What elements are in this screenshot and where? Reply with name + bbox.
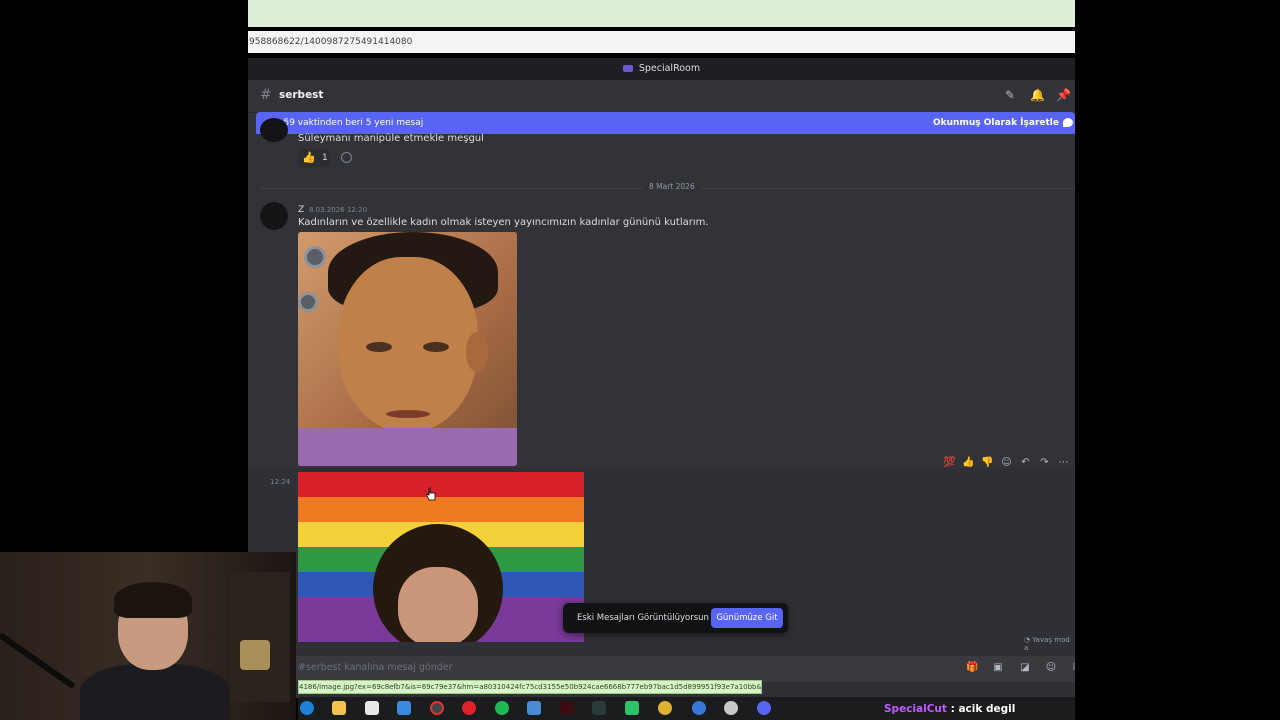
channel-header: # serbest ✎ 🔔 📌 bbox=[248, 80, 1075, 113]
server-title-strip: SpecialRoom bbox=[248, 58, 1075, 80]
app-icon[interactable] bbox=[527, 701, 541, 715]
thumbs-up-icon[interactable]: 👍 bbox=[959, 457, 978, 468]
gif-icon[interactable]: ▣ bbox=[992, 662, 1004, 674]
vpn-icon[interactable] bbox=[625, 701, 639, 715]
game-icon[interactable] bbox=[560, 701, 574, 715]
message-composer[interactable]: #serbest kanalına mesaj gönder 🎁 ▣ ◪ ☺ ⁞ bbox=[248, 656, 1075, 682]
discord-icon[interactable] bbox=[757, 701, 771, 715]
date-divider-label: 8 Mart 2026 bbox=[643, 182, 701, 191]
avatar[interactable] bbox=[260, 118, 288, 142]
terminal-icon[interactable] bbox=[592, 701, 606, 715]
store-icon[interactable] bbox=[365, 701, 379, 715]
image-attachment[interactable] bbox=[298, 232, 517, 466]
author-name[interactable]: Z bbox=[298, 205, 304, 215]
jump-to-present-button[interactable]: Günümüze Git bbox=[711, 608, 783, 628]
chat-separator: : bbox=[946, 703, 959, 715]
threads-icon[interactable]: ✎ bbox=[1003, 88, 1017, 102]
message-timestamp: 12:24 bbox=[270, 478, 291, 486]
mark-read-icon bbox=[1063, 118, 1073, 127]
reply-icon[interactable]: ↶ bbox=[1016, 457, 1035, 468]
jump-to-present-toast: Eski Mesajları Görüntülüyorsun Günümüze … bbox=[563, 603, 788, 633]
pin-icon[interactable]: 📌 bbox=[1056, 88, 1071, 102]
link-status-tooltip: 4186/image.jpg?ex=69c8efb7&is=69c79e37&h… bbox=[298, 680, 762, 694]
server-name: SpecialRoom bbox=[638, 63, 701, 74]
avatar[interactable] bbox=[260, 202, 288, 230]
sticker-icon[interactable]: ◪ bbox=[1019, 662, 1031, 674]
chrome-icon[interactable] bbox=[658, 701, 672, 715]
message-actions-toolbar: 💯 👍 👎 ☺ ↶ ↷ ⋯ bbox=[940, 457, 1075, 473]
toast-text: Eski Mesajları Görüntülüyorsun bbox=[577, 613, 709, 623]
files-icon[interactable] bbox=[332, 701, 346, 715]
channel-name: serbest bbox=[279, 89, 324, 101]
clock-icon[interactable] bbox=[430, 701, 444, 715]
image-attachment[interactable] bbox=[298, 472, 584, 642]
discord-window: SpecialRoom # serbest ✎ 🔔 📌 20:59 vaktin… bbox=[248, 58, 1075, 698]
slowmode-indicator: ◔ Yavaş mod a bbox=[1024, 636, 1075, 652]
webcam-overlay bbox=[0, 552, 296, 720]
new-messages-text: 20:59 vaktinden beri 5 yeni mesaj bbox=[269, 118, 424, 128]
message-text: Kadınların ve özellikle kadın olmak iste… bbox=[298, 217, 709, 228]
apps-icon[interactable]: ⁞ bbox=[1068, 662, 1075, 674]
opera-icon[interactable] bbox=[462, 701, 476, 715]
chat-username: SpecialCut bbox=[884, 703, 947, 715]
mark-as-read-button[interactable]: Okunmuş Olarak İşaretle bbox=[933, 112, 1059, 134]
gift-icon[interactable]: 🎁 bbox=[966, 662, 978, 674]
hand-cursor-icon bbox=[426, 487, 436, 501]
address-text: 958868622/1400987275491414080 bbox=[249, 37, 413, 47]
more-icon[interactable]: ⋯ bbox=[1054, 457, 1073, 468]
message-text: Süleymanı manipüle etmekle meşgul bbox=[298, 133, 484, 144]
add-reaction-icon[interactable] bbox=[341, 152, 352, 163]
message-timestamp: 8.03.2026 12:20 bbox=[309, 206, 368, 214]
spotify-icon[interactable] bbox=[495, 701, 509, 715]
emoji-icon[interactable]: ☺ bbox=[1045, 662, 1057, 674]
hashtag-icon: # bbox=[260, 87, 272, 103]
chrome-icon-2[interactable] bbox=[692, 701, 706, 715]
reaction-pill[interactable]: 👍 1 bbox=[298, 149, 330, 167]
reaction-count: 1 bbox=[322, 153, 328, 163]
mail-icon[interactable] bbox=[397, 701, 411, 715]
composer-placeholder: #serbest kanalına mesaj gönder bbox=[298, 662, 453, 673]
browser-top-bar bbox=[248, 0, 1075, 27]
forward-icon[interactable]: ↷ bbox=[1035, 457, 1054, 468]
stream-chat-line: SpecialCut : acik degil bbox=[884, 703, 1015, 715]
add-reaction-icon[interactable]: ☺ bbox=[997, 457, 1016, 468]
emoji-100-icon[interactable]: 💯 bbox=[940, 457, 959, 468]
new-messages-bar[interactable]: 20:59 vaktinden beri 5 yeni mesaj Okunmu… bbox=[256, 112, 1075, 134]
bell-icon[interactable]: 🔔 bbox=[1030, 88, 1045, 102]
thumbs-up-icon: 👍 bbox=[302, 151, 316, 164]
thumbs-down-icon[interactable]: 👎 bbox=[978, 457, 997, 468]
address-bar[interactable]: 958868622/1400987275491414080 bbox=[248, 31, 1075, 53]
tool-icon[interactable] bbox=[724, 701, 738, 715]
edge-icon[interactable] bbox=[300, 701, 314, 715]
server-icon bbox=[622, 65, 633, 72]
chat-message: acik degil bbox=[958, 703, 1016, 715]
